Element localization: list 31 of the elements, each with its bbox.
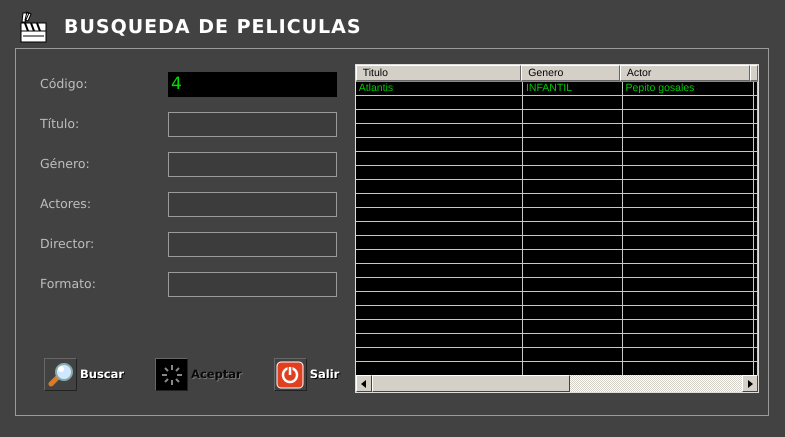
- input-field[interactable]: [168, 152, 337, 176]
- table-cell: INFANTIL: [522, 82, 623, 95]
- input-field[interactable]: 4: [168, 72, 337, 96]
- magnifier-icon: [48, 362, 74, 388]
- field-label: Título:: [40, 114, 80, 133]
- column-header[interactable]: Actor: [620, 65, 750, 81]
- input-field[interactable]: [168, 232, 337, 256]
- window-title: BUSQUEDA DE PELICULAS: [64, 14, 362, 40]
- field-label: Formato:: [40, 274, 97, 293]
- field-label: Código:: [40, 74, 89, 93]
- column-header[interactable]: Titulo: [356, 65, 522, 81]
- left-arrow-icon: [361, 380, 366, 388]
- header-filler: [750, 65, 758, 81]
- scrollbar-thumb[interactable]: [372, 375, 570, 392]
- column-header[interactable]: Genero: [521, 65, 620, 81]
- clapperboard-icon: [18, 11, 48, 43]
- table-cell: Pepito gosales: [622, 82, 754, 95]
- field-label: Género:: [40, 154, 91, 173]
- scroll-left-button[interactable]: [356, 375, 372, 392]
- toolbar-button[interactable]: Buscar: [44, 358, 124, 391]
- horizontal-scrollbar[interactable]: [356, 375, 758, 392]
- right-arrow-icon: [748, 380, 752, 388]
- power-icon: [276, 360, 304, 388]
- field-label: Actores:: [40, 194, 92, 213]
- table-cell: Atlantis: [356, 82, 523, 95]
- input-field[interactable]: [168, 112, 337, 136]
- scroll-right-button[interactable]: [742, 375, 758, 392]
- results-grid[interactable]: Titulo Genero Actor Atlantis INFANTIL Pepito gosales: [354, 64, 759, 393]
- input-field[interactable]: [168, 272, 337, 296]
- input-field[interactable]: [168, 192, 337, 216]
- field-label: Director:: [40, 234, 96, 253]
